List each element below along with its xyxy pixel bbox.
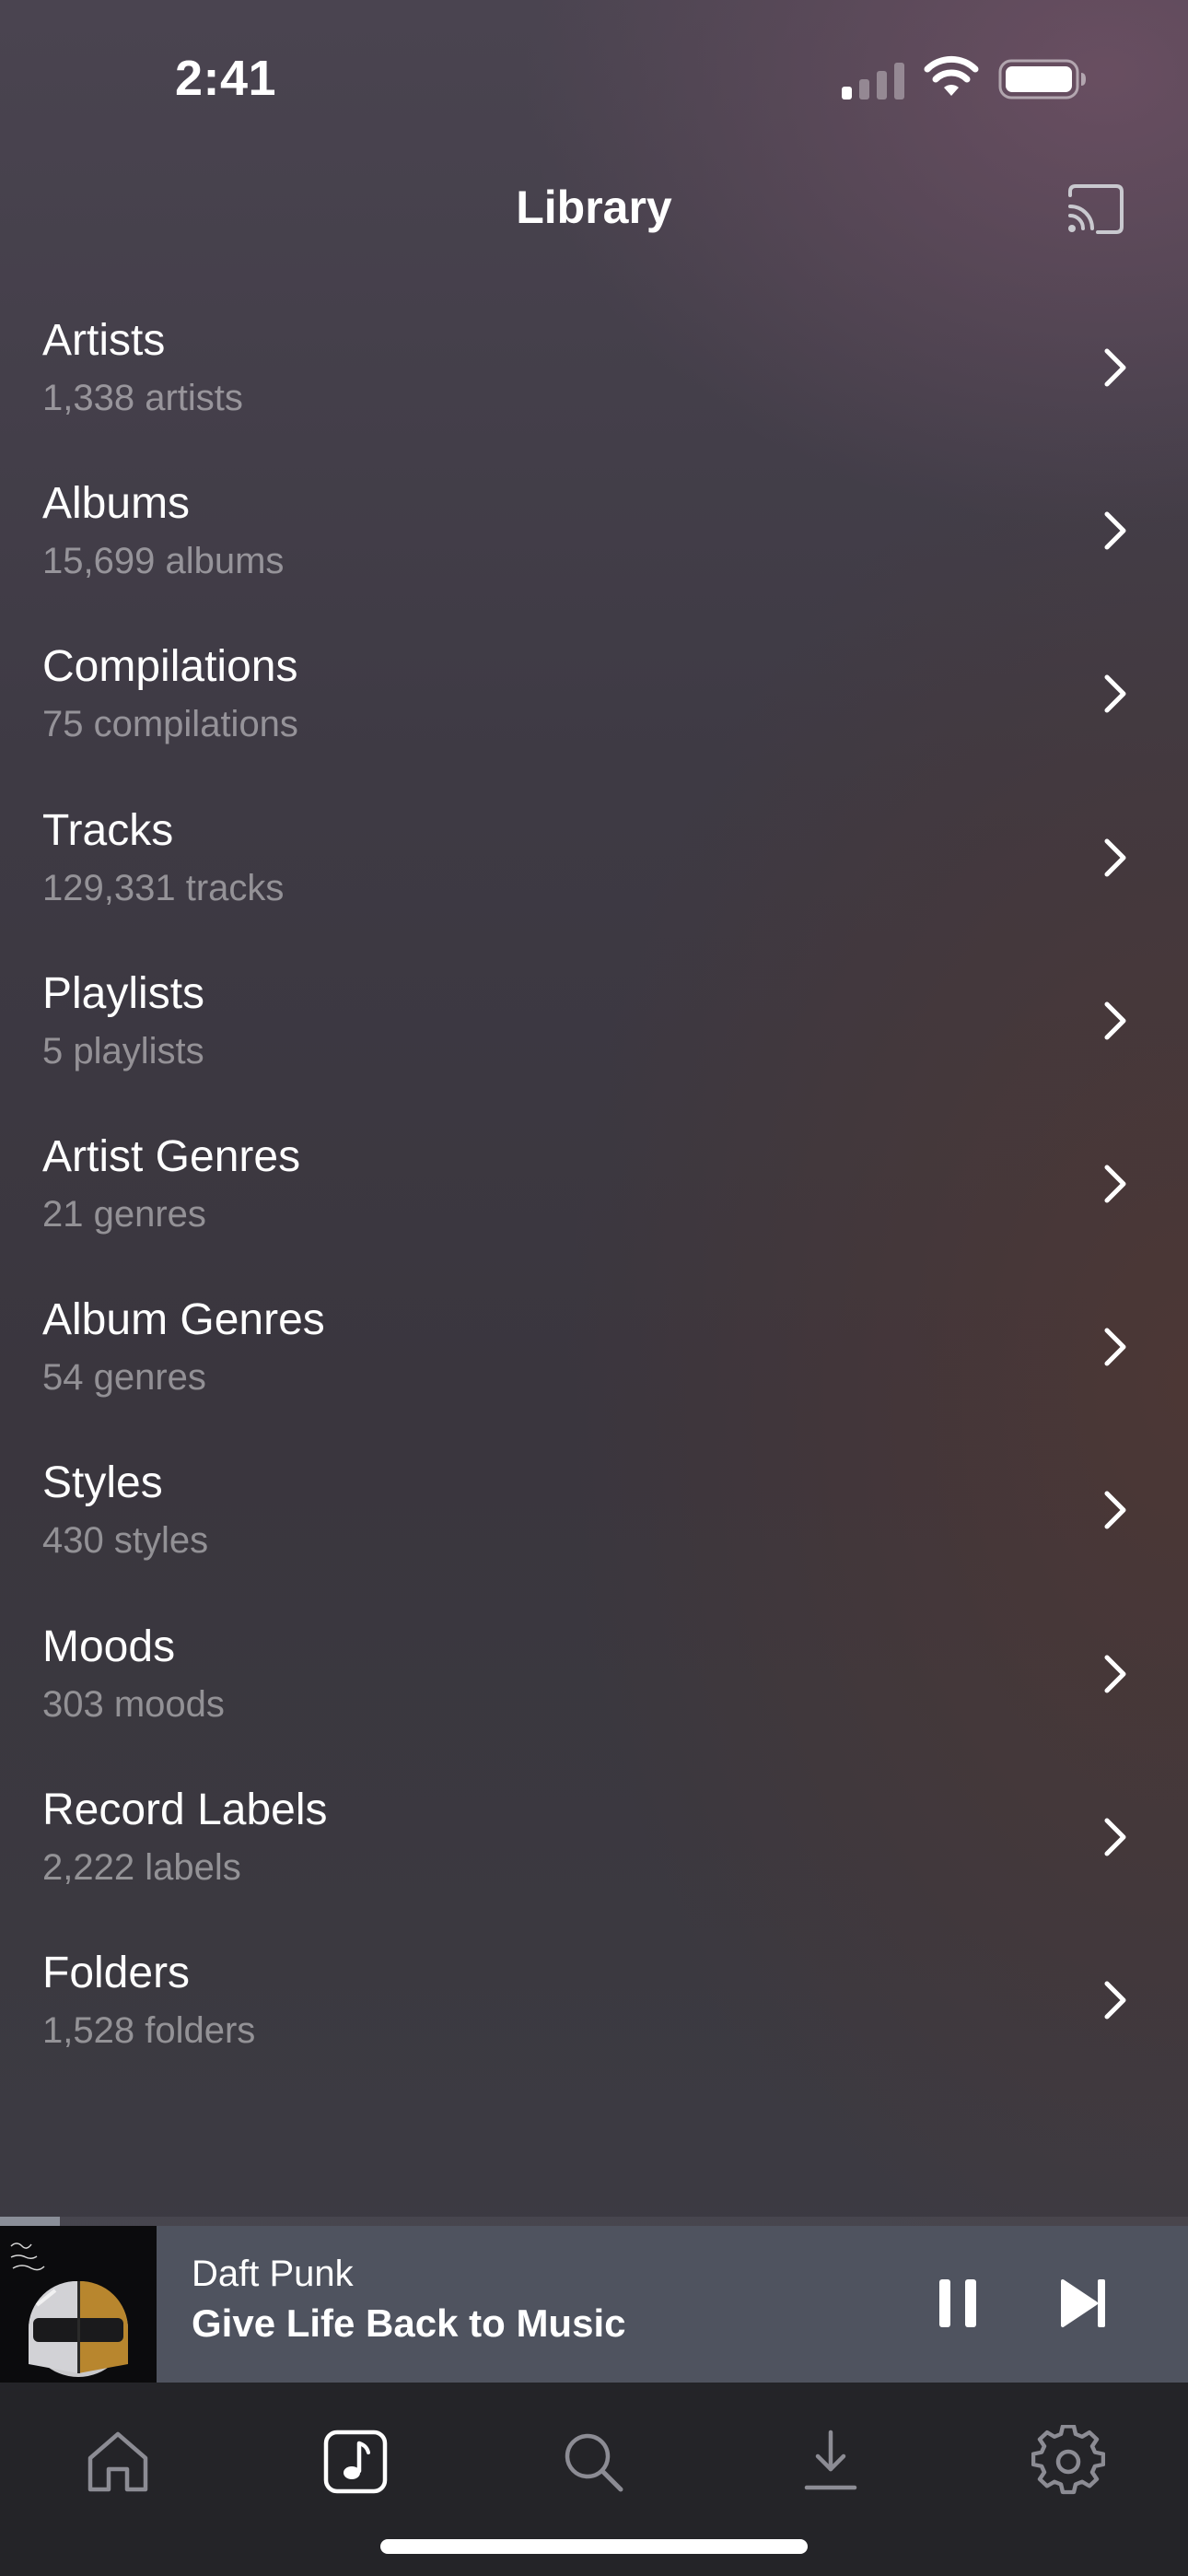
chevron-right-icon bbox=[1104, 674, 1126, 713]
chevron-right-icon bbox=[1104, 1001, 1126, 1040]
item-count: 2,222 labels bbox=[42, 1846, 241, 1888]
item-count: 430 styles bbox=[42, 1520, 209, 1562]
pause-button[interactable] bbox=[936, 2274, 980, 2333]
list-item-albums[interactable]: Albums 15,699 albums bbox=[0, 458, 1188, 621]
item-title: Moods bbox=[42, 1622, 176, 1671]
album-art bbox=[0, 2226, 157, 2383]
chevron-right-icon bbox=[1104, 511, 1126, 550]
library-list: Artists 1,338 artists Albums 15,699 albu… bbox=[0, 295, 1188, 2090]
item-count: 1,338 artists bbox=[42, 378, 243, 418]
cast-icon[interactable] bbox=[1065, 182, 1127, 236]
list-item-artist-genres[interactable]: Artist Genres 21 genres bbox=[0, 1111, 1188, 1274]
chevron-right-icon bbox=[1104, 1981, 1126, 2020]
item-count: 1,528 folders bbox=[42, 2009, 256, 2051]
item-title: Tracks bbox=[42, 805, 174, 855]
list-item-record-labels[interactable]: Record Labels 2,222 labels bbox=[0, 1764, 1188, 1927]
album-art-image bbox=[0, 2226, 157, 2383]
home-icon[interactable] bbox=[81, 2425, 155, 2499]
music-note-icon[interactable] bbox=[319, 2425, 392, 2499]
track-artist: Daft Punk bbox=[192, 2254, 354, 2294]
item-title: Artists bbox=[42, 316, 166, 365]
page-title: Library bbox=[516, 181, 672, 233]
list-item-artists[interactable]: Artists 1,338 artists bbox=[0, 295, 1188, 458]
status-bar: 2:41 bbox=[0, 0, 1188, 147]
playback-progress-fill bbox=[0, 2217, 60, 2226]
battery-icon bbox=[998, 59, 1086, 100]
item-title: Artist Genres bbox=[42, 1131, 301, 1181]
chevron-right-icon bbox=[1104, 1491, 1126, 1529]
track-title: Give Life Back to Music bbox=[192, 2301, 626, 2345]
item-title: Albums bbox=[42, 479, 191, 529]
chevron-right-icon bbox=[1104, 1818, 1126, 1856]
mini-player[interactable]: Daft Punk Give Life Back to Music bbox=[0, 2226, 1188, 2383]
item-count: 21 genres bbox=[42, 1193, 206, 1235]
download-icon[interactable] bbox=[794, 2425, 868, 2499]
item-count: 5 playlists bbox=[42, 1030, 204, 1071]
chevron-right-icon bbox=[1104, 1655, 1126, 1692]
list-item-moods[interactable]: Moods 303 moods bbox=[0, 1601, 1188, 1764]
skip-next-button[interactable] bbox=[1059, 2274, 1111, 2333]
item-title: Record Labels bbox=[42, 1785, 328, 1834]
home-indicator bbox=[380, 2539, 808, 2554]
item-title: Playlists bbox=[42, 968, 205, 1018]
list-item-folders[interactable]: Folders 1,528 folders bbox=[0, 1927, 1188, 2090]
list-item-album-genres[interactable]: Album Genres 54 genres bbox=[0, 1274, 1188, 1437]
item-title: Album Genres bbox=[42, 1295, 325, 1345]
list-item-tracks[interactable]: Tracks 129,331 tracks bbox=[0, 785, 1188, 948]
chevron-right-icon bbox=[1104, 838, 1126, 877]
wifi-icon bbox=[924, 55, 979, 96]
gear-icon[interactable] bbox=[1031, 2425, 1105, 2499]
list-item-compilations[interactable]: Compilations 75 compilations bbox=[0, 621, 1188, 784]
item-count: 15,699 albums bbox=[42, 541, 285, 582]
cellular-signal-icon bbox=[842, 63, 904, 100]
item-count: 129,331 tracks bbox=[42, 867, 285, 908]
item-count: 303 moods bbox=[42, 1683, 225, 1725]
item-title: Styles bbox=[42, 1458, 163, 1508]
chevron-right-icon bbox=[1104, 1328, 1126, 1366]
item-title: Compilations bbox=[42, 642, 298, 692]
list-item-playlists[interactable]: Playlists 5 playlists bbox=[0, 948, 1188, 1111]
chevron-right-icon bbox=[1104, 1165, 1126, 1203]
chevron-right-icon bbox=[1104, 348, 1126, 387]
item-count: 75 compilations bbox=[42, 704, 298, 745]
search-icon[interactable] bbox=[556, 2425, 630, 2499]
list-item-styles[interactable]: Styles 430 styles bbox=[0, 1437, 1188, 1600]
item-count: 54 genres bbox=[42, 1357, 206, 1399]
item-title: Folders bbox=[42, 1948, 191, 1997]
playback-progress-bar[interactable] bbox=[0, 2217, 1188, 2226]
library-screen: 2:41 Library Artists 1,338 artists Album… bbox=[0, 0, 1188, 2576]
status-time: 2:41 bbox=[175, 51, 277, 106]
